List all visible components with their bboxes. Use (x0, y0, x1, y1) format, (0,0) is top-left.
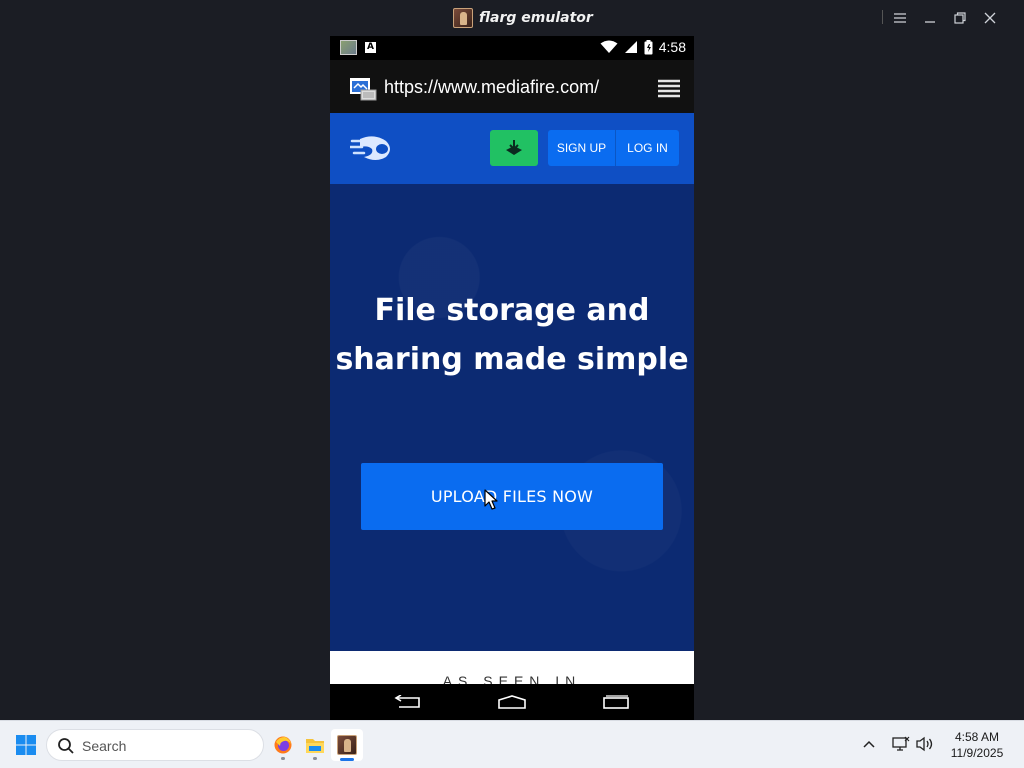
running-indicator (313, 757, 317, 760)
as-seen-in-heading: AS SEEN IN (442, 673, 582, 684)
chevron-up-icon (863, 740, 875, 748)
flarg-emulator-taskbar-button[interactable] (331, 729, 363, 761)
browser-url-bar: https://www.mediafire.com/ (330, 60, 694, 113)
wifi-icon (600, 40, 618, 53)
show-hidden-icons-button[interactable] (858, 733, 880, 755)
firefox-icon (274, 736, 292, 754)
back-icon (394, 695, 420, 708)
file-explorer-taskbar-button[interactable] (299, 729, 331, 761)
minimize-button[interactable] (918, 6, 942, 30)
firefox-taskbar-button[interactable] (267, 729, 299, 761)
mouse-cursor-icon (484, 489, 498, 510)
restore-icon (954, 12, 966, 24)
menu-icon[interactable] (656, 77, 682, 99)
network-icon (892, 736, 910, 751)
window-title-group: flarg emulator (453, 8, 593, 28)
window-title: flarg emulator (479, 10, 593, 26)
recents-icon (603, 695, 629, 709)
back-button[interactable] (392, 692, 424, 712)
volume-tray-button[interactable] (914, 733, 936, 755)
recents-button[interactable] (600, 692, 632, 712)
volume-icon (916, 736, 933, 752)
a-notification-icon: A (365, 42, 376, 53)
gallery-notification-icon (340, 40, 357, 55)
hero-title-line-2: sharing made simple (335, 342, 689, 377)
upload-files-button[interactable]: UPLOAD FILES NOW (361, 463, 663, 530)
restore-button[interactable] (948, 6, 972, 30)
flarg-emulator-icon (337, 735, 357, 755)
titlebar-divider (882, 10, 883, 24)
running-indicator (281, 757, 285, 760)
download-button[interactable] (490, 130, 538, 166)
windows-taskbar: Search 4:58 AM 11/9/2025 (0, 720, 1024, 768)
signal-icon (624, 41, 637, 53)
phone-screen: A 4:58 https://www.mediafire.com/ SIGN U… (330, 36, 694, 720)
emulator-titlebar: flarg emulator (0, 0, 1024, 36)
url-address[interactable]: https://www.mediafire.com/ (384, 77, 599, 98)
hero-title: File storage and sharing made simple (330, 286, 694, 384)
close-icon (984, 12, 996, 24)
status-time: 4:58 (658, 39, 686, 55)
sign-up-button[interactable]: SIGN UP (548, 130, 616, 166)
network-tray-button[interactable] (890, 733, 912, 755)
status-bar: A 4:58 (330, 36, 694, 60)
minimize-icon (925, 21, 935, 23)
mediafire-header: SIGN UP LOG IN (330, 113, 694, 184)
search-placeholder: Search (82, 738, 127, 754)
hero-section: File storage and sharing made simple UPL… (330, 184, 694, 651)
download-icon (506, 140, 522, 155)
as-seen-in-section: AS SEEN IN (330, 651, 694, 684)
menu-button[interactable] (888, 6, 912, 30)
hamburger-icon (894, 13, 906, 23)
clock-date: 11/9/2025 (950, 746, 1004, 760)
taskbar-clock[interactable]: 4:58 AM 11/9/2025 (944, 729, 1010, 761)
clock-time: 4:58 AM (954, 730, 1000, 744)
windows-start-icon[interactable] (14, 733, 38, 757)
close-button[interactable] (978, 6, 1002, 30)
home-button[interactable] (496, 692, 528, 712)
battery-icon (644, 39, 653, 54)
active-indicator (340, 758, 354, 761)
file-explorer-icon (306, 739, 324, 753)
search-icon (58, 738, 74, 754)
app-icon (453, 8, 473, 28)
browser-icon (350, 78, 377, 101)
mediafire-logo[interactable] (350, 135, 394, 163)
android-nav-bar (330, 684, 694, 720)
home-icon (498, 695, 526, 709)
auth-buttons: SIGN UP LOG IN (548, 130, 679, 166)
log-in-button[interactable]: LOG IN (616, 130, 679, 166)
hero-title-line-1: File storage and (374, 293, 650, 328)
taskbar-search-box[interactable]: Search (46, 729, 264, 761)
